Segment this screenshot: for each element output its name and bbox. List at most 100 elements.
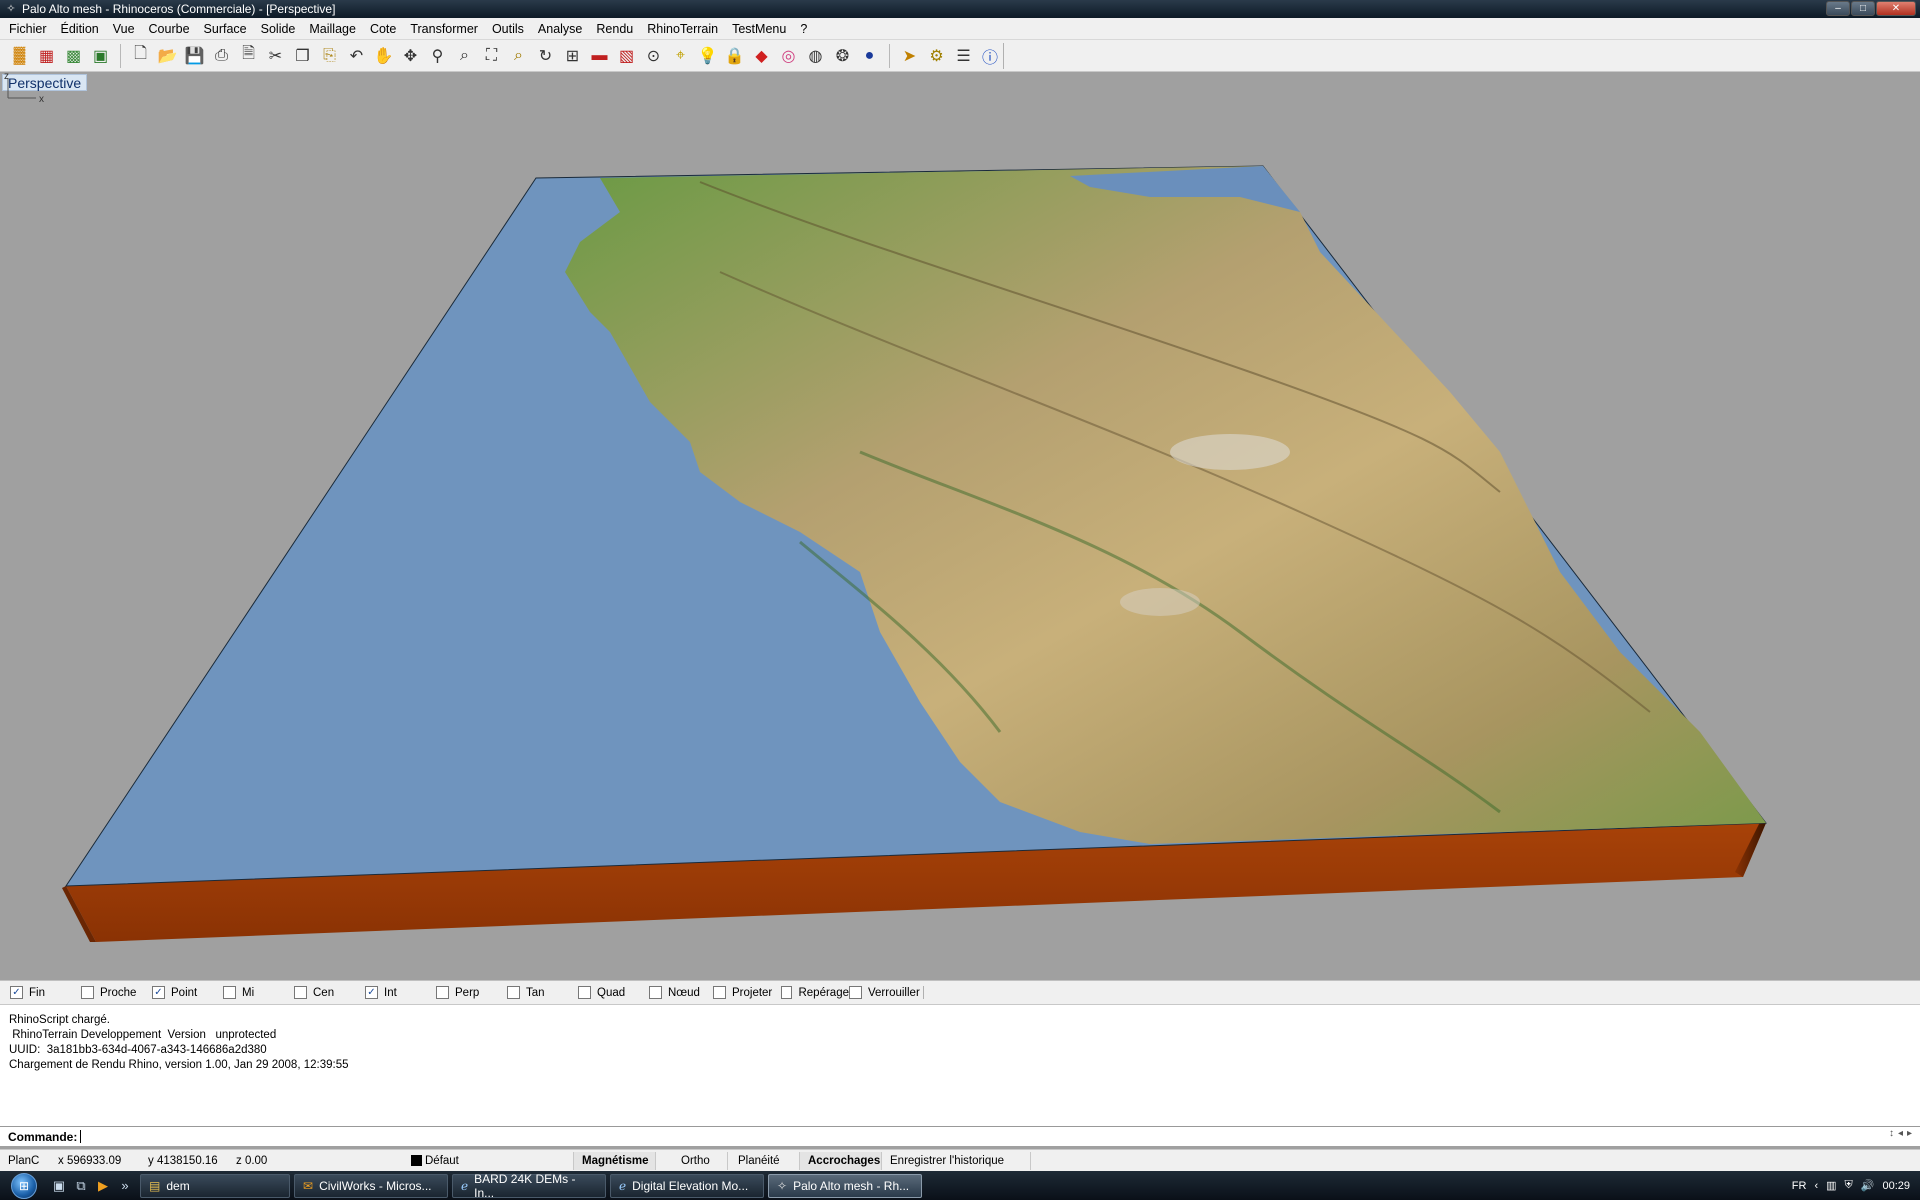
checkbox[interactable]	[507, 986, 520, 999]
checkbox[interactable]	[781, 986, 793, 999]
taskbar-item-civilworks[interactable]: ✉ CivilWorks - Micros...	[294, 1173, 448, 1198]
rhino-app-icon[interactable]: ✧	[4, 2, 18, 16]
command-input[interactable]	[80, 1130, 82, 1143]
shaded-sphere-icon[interactable]: ❂	[829, 43, 856, 69]
scroll-right-icon[interactable]: ▸	[1907, 1128, 1912, 1146]
print-icon[interactable]: ⎙	[208, 43, 235, 69]
menu-analyse[interactable]: Analyse	[531, 22, 589, 36]
checkbox[interactable]: ✓	[10, 986, 23, 999]
menu-solide[interactable]: Solide	[254, 22, 303, 36]
volume-icon[interactable]: 🔊	[1861, 1179, 1875, 1192]
cut-icon[interactable]: ✂	[262, 43, 289, 69]
help-icon[interactable]: ⓘ	[977, 42, 1004, 69]
scroll-left-icon[interactable]: ◂	[1898, 1128, 1903, 1146]
rotate-view-icon[interactable]: ✥	[397, 43, 424, 69]
osnap-perp[interactable]: Perp	[423, 986, 494, 999]
show-desktop-icon[interactable]: ▣	[48, 1178, 70, 1194]
cplane-label[interactable]: PlanC	[0, 1152, 50, 1170]
checkbox[interactable]	[713, 986, 726, 999]
import-icon[interactable]: 🗎	[235, 43, 262, 69]
close-icon[interactable]: ✕	[1876, 1, 1916, 16]
clock[interactable]: 00:29	[1882, 1180, 1910, 1192]
taskbar-item-dem[interactable]: ▤ dem	[140, 1173, 290, 1198]
menu-rhinoterrain[interactable]: RhinoTerrain	[640, 22, 725, 36]
overflow-chevron-icon[interactable]: »	[114, 1178, 136, 1193]
snap-toggle[interactable]: Magnétisme	[573, 1151, 655, 1170]
checkbox[interactable]	[81, 986, 94, 999]
media-player-icon[interactable]: ▶	[92, 1178, 114, 1194]
layer-icon[interactable]: ◆	[748, 43, 775, 69]
zoom-extents-icon[interactable]: ⛶	[478, 43, 505, 69]
car-icon[interactable]: ▬	[586, 43, 613, 69]
maximize-icon[interactable]: □	[1851, 1, 1875, 16]
taskbar-item-bard-dems[interactable]: ℯ BARD 24K DEMs - In...	[452, 1172, 606, 1200]
language-indicator[interactable]: FR	[1792, 1180, 1807, 1192]
security-icon[interactable]: ⛨	[1845, 1179, 1853, 1192]
tray-expand-icon[interactable]: ‹	[1814, 1180, 1818, 1192]
checkbox[interactable]	[849, 986, 862, 999]
zoom-window-icon[interactable]: ⌕	[451, 43, 478, 69]
wireframe-sphere-icon[interactable]: ◍	[802, 43, 829, 69]
rotate-icon[interactable]: ↻	[532, 43, 559, 69]
osnap-noeud[interactable]: Nœud	[636, 986, 707, 999]
minimize-icon[interactable]: –	[1826, 1, 1850, 16]
history-toggle[interactable]: Enregistrer l'historique	[881, 1151, 1031, 1170]
lock-icon[interactable]: 🔒	[721, 43, 748, 69]
menu-transformer[interactable]: Transformer	[403, 22, 485, 36]
menu-rendu[interactable]: Rendu	[589, 22, 640, 36]
checkbox[interactable]	[223, 986, 236, 999]
planar-toggle[interactable]: Planéité	[727, 1151, 799, 1170]
checkbox[interactable]: ✓	[152, 986, 165, 999]
menu-maillage[interactable]: Maillage	[302, 22, 363, 36]
pan-hand-icon[interactable]: ✋	[370, 43, 397, 69]
checkbox[interactable]	[649, 986, 662, 999]
options-icon[interactable]: ☰	[950, 43, 977, 69]
paste-icon[interactable]: ⎘	[316, 43, 343, 69]
menu-vue[interactable]: Vue	[106, 22, 142, 36]
osnap-quad[interactable]: Quad	[565, 986, 636, 999]
spin-icon[interactable]: ↕	[1889, 1128, 1894, 1146]
taskbar-item-palo-alto[interactable]: ✧ Palo Alto mesh - Rh...	[768, 1173, 922, 1198]
menu-surface[interactable]: Surface	[197, 22, 254, 36]
new-file-icon[interactable]: 🗋	[127, 43, 154, 69]
perspective-viewport[interactable]: Perspective z x	[0, 72, 1920, 980]
osnap-projeter[interactable]: Projeter	[707, 986, 778, 999]
menu-edition[interactable]: Édition	[54, 22, 106, 36]
menu-cote[interactable]: Cote	[363, 22, 403, 36]
current-layer[interactable]: Défaut	[403, 1152, 573, 1170]
osnap-point[interactable]: ✓ Point	[139, 986, 210, 999]
checkbox[interactable]	[294, 986, 307, 999]
osnap-int[interactable]: ✓ Int	[352, 986, 423, 999]
undo-icon[interactable]: ↶	[343, 43, 370, 69]
command-line[interactable]: Commande: ↕ ◂ ▸	[0, 1126, 1920, 1146]
checkbox[interactable]: ✓	[365, 986, 378, 999]
start-button[interactable]: ⊞	[0, 1171, 48, 1200]
zoom-selected-icon[interactable]: ⌕	[505, 43, 532, 69]
four-viewports-icon[interactable]: ⊞	[559, 43, 586, 69]
checkbox[interactable]	[436, 986, 449, 999]
object-snap-icon[interactable]: ⌖	[667, 43, 694, 69]
osnap-proche[interactable]: Proche	[68, 986, 139, 999]
save-icon[interactable]: 💾	[181, 43, 208, 69]
menu-testmenu[interactable]: TestMenu	[725, 22, 793, 36]
switch-windows-icon[interactable]: ⧉	[70, 1178, 92, 1194]
checkbox[interactable]	[578, 986, 591, 999]
color-map-icon[interactable]: ▦	[33, 43, 60, 69]
menu-fichier[interactable]: Fichier	[2, 22, 54, 36]
light-bulb-icon[interactable]: 💡	[694, 43, 721, 69]
terrain-chart-icon[interactable]: ▓	[6, 43, 33, 69]
menu-outils[interactable]: Outils	[485, 22, 531, 36]
osnap-cen[interactable]: Cen	[281, 986, 352, 999]
cursor-icon[interactable]: ➤	[896, 43, 923, 69]
osnap-tan[interactable]: Tan	[494, 986, 565, 999]
zoom-icon[interactable]: ⚲	[424, 43, 451, 69]
menu-help[interactable]: ?	[793, 22, 814, 36]
grid-icon[interactable]: ▧	[613, 43, 640, 69]
ortho-toggle[interactable]: Ortho	[655, 1151, 727, 1170]
osnap-mi[interactable]: Mi	[210, 986, 281, 999]
network-icon[interactable]: ▥	[1826, 1179, 1836, 1192]
color-wheel-icon[interactable]: ◎	[775, 43, 802, 69]
raster-icon[interactable]: ▩	[60, 43, 87, 69]
osnap-fin[interactable]: ✓ Fin	[0, 986, 68, 999]
osnap-toggle[interactable]: Accrochages	[799, 1151, 881, 1170]
